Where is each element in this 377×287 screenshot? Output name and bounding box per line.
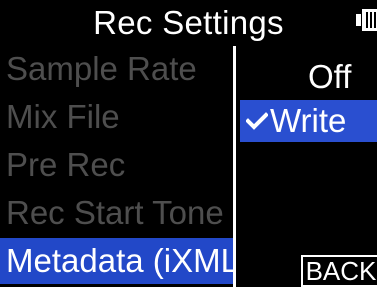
menu-item-metadata[interactable]: Metadata (iXML) [0, 238, 233, 284]
option-off[interactable]: Off [308, 56, 351, 98]
header-bar: Rec Settings [0, 0, 377, 46]
option-write-label: Write [270, 102, 347, 139]
menu-item-mix-file[interactable]: Mix File [0, 94, 233, 140]
check-icon [246, 112, 268, 130]
page-title: Rec Settings [93, 4, 284, 41]
menu-item-rec-start-tone[interactable]: Rec Start Tone [0, 190, 233, 236]
back-button[interactable]: BACK [301, 255, 377, 287]
option-write[interactable]: Write [240, 100, 377, 142]
battery-icon [356, 9, 377, 31]
options-panel: Off Write [236, 46, 377, 287]
settings-menu: Sample Rate Mix File Pre Rec Rec Start T… [0, 46, 233, 287]
menu-item-pre-rec[interactable]: Pre Rec [0, 142, 233, 188]
menu-item-sample-rate[interactable]: Sample Rate [0, 46, 233, 92]
